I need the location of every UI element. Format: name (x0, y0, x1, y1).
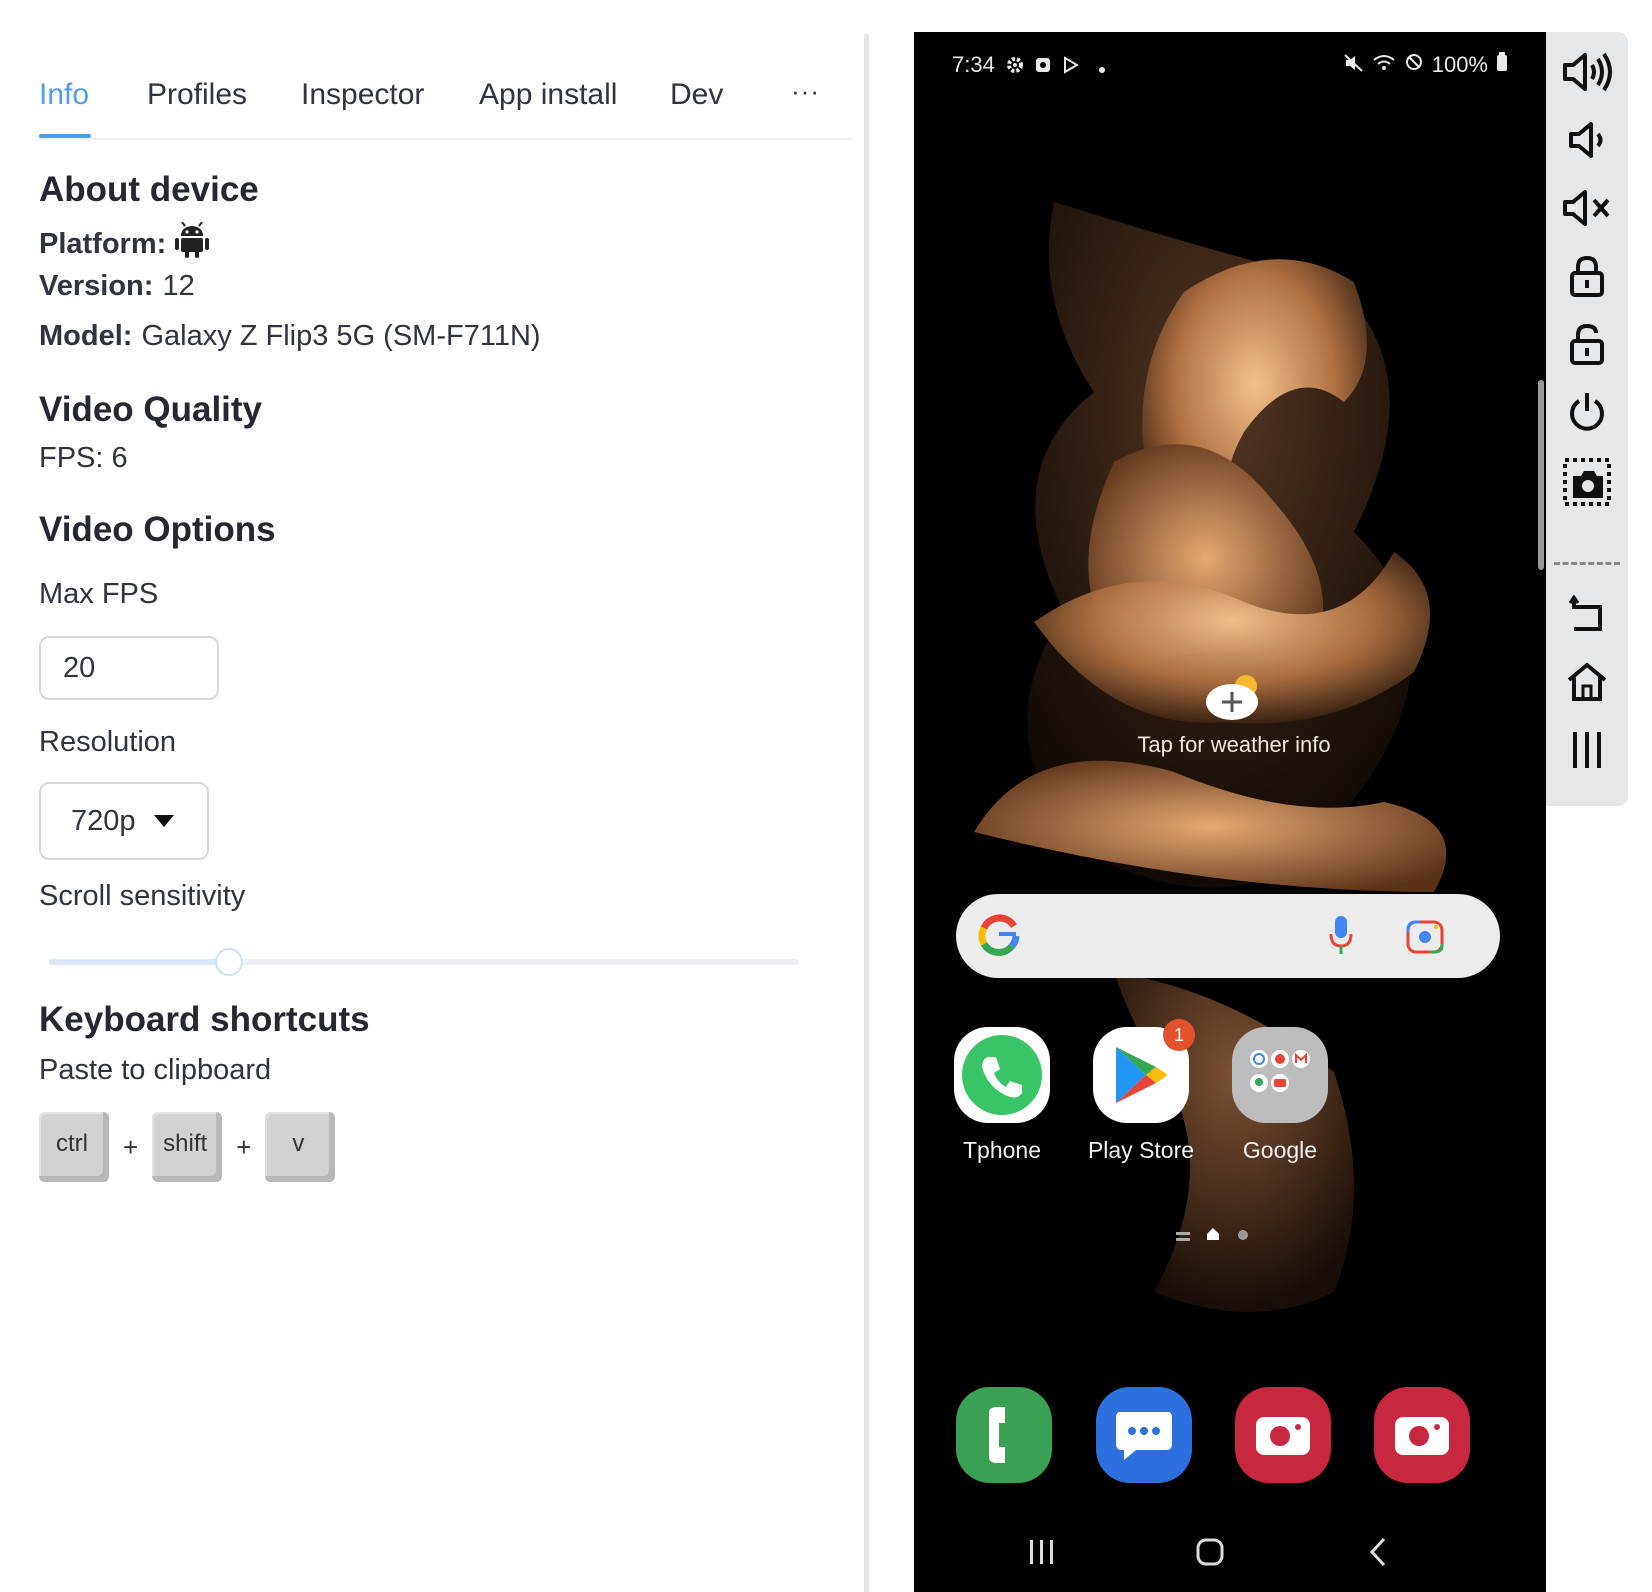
panel-divider[interactable] (864, 34, 869, 1592)
android-icon (175, 221, 210, 266)
max-fps-label: Max FPS (39, 578, 159, 610)
toolbar-separator (1554, 562, 1620, 565)
key-shift: shift (152, 1112, 223, 1182)
recents-icon[interactable] (1554, 720, 1620, 780)
app-tphone[interactable]: Tphone (942, 1027, 1062, 1164)
scroll-sensitivity-slider[interactable] (49, 948, 799, 976)
settings-gear-icon (1006, 54, 1024, 80)
device-screen[interactable]: 7:34 100% Tap for weather info Tphone 1 … (914, 32, 1546, 1592)
key-v: v (265, 1112, 336, 1182)
paste-to-clipboard-label: Paste to clipboard (39, 1054, 272, 1086)
status-bar: 7:34 100% (914, 32, 1546, 102)
status-time: 7:34 (952, 52, 995, 77)
tab-info[interactable]: Info (39, 78, 89, 112)
phone-icon (954, 1027, 1050, 1123)
lens-camera-icon[interactable] (1406, 918, 1444, 959)
resolution-value: 720p (71, 804, 136, 837)
microphone-icon[interactable] (1328, 916, 1354, 961)
recents-nav-icon[interactable] (1002, 1522, 1082, 1582)
device-toolbar (1546, 32, 1628, 806)
keyboard-shortcuts-heading: Keyboard shortcuts (39, 1000, 370, 1039)
wifi-icon (1372, 52, 1396, 78)
camera-icon[interactable] (1235, 1387, 1331, 1483)
lock-icon[interactable] (1554, 246, 1620, 306)
play-store-status-icon (1062, 54, 1080, 80)
record-icon (1034, 54, 1052, 80)
menu-lines-icon (1176, 1229, 1190, 1247)
navigation-bar (914, 1522, 1546, 1592)
slider-thumb[interactable] (215, 948, 243, 976)
max-fps-input[interactable]: 20 (39, 636, 219, 700)
active-tab-indicator (39, 134, 91, 138)
fps-readout: FPS: 6 (39, 442, 128, 474)
screen-scroll-handle[interactable] (1538, 380, 1544, 570)
dot-icon (1098, 54, 1106, 80)
app-label: Tphone (962, 1137, 1041, 1163)
page-indicator[interactable] (1172, 1224, 1292, 1244)
back-icon[interactable] (1554, 584, 1620, 644)
plus-sign: + (123, 1131, 139, 1162)
video-quality-heading: Video Quality (39, 390, 263, 429)
app-label: Play Store (1087, 1137, 1195, 1163)
home-nav-icon[interactable] (1170, 1522, 1250, 1582)
resolution-label: Resolution (39, 726, 177, 758)
weather-add-icon (1202, 672, 1266, 722)
video-options-heading: Video Options (39, 510, 276, 549)
battery-percent: 100% (1431, 52, 1488, 77)
about-device-heading: About device (39, 170, 259, 209)
tab-bar: Info Profiles Inspector App install Dev … (39, 48, 851, 140)
notification-badge: 1 (1163, 1019, 1195, 1051)
do-not-disturb-icon (1404, 52, 1424, 78)
home-icon[interactable] (1554, 652, 1620, 712)
back-nav-icon[interactable] (1338, 1522, 1418, 1582)
volume-down-icon[interactable] (1554, 110, 1620, 170)
app-label: Google (1242, 1137, 1318, 1163)
home-page-dot-icon (1206, 1227, 1220, 1246)
google-folder-icon (1232, 1027, 1328, 1123)
mute-status-icon (1344, 52, 1364, 78)
app-google-folder[interactable]: Google (1220, 1027, 1340, 1164)
slider-fill (49, 959, 229, 965)
unlock-icon[interactable] (1554, 314, 1620, 374)
volume-up-icon[interactable] (1554, 42, 1620, 102)
tab-inspector[interactable]: Inspector (301, 78, 424, 112)
tab-overflow-fade (729, 48, 799, 138)
key-ctrl: ctrl (39, 1112, 109, 1182)
messages-icon[interactable] (1096, 1387, 1192, 1483)
status-left-icons (1006, 54, 1106, 80)
caret-down-icon (153, 815, 174, 827)
page-dot-icon (1237, 1228, 1249, 1246)
battery-icon (1496, 52, 1508, 78)
tab-profiles[interactable]: Profiles (147, 78, 247, 112)
call-icon[interactable] (956, 1387, 1052, 1483)
status-right-icons: 100% (1344, 52, 1508, 78)
model-value: Galaxy Z Flip3 5G (SM-F711N) (141, 320, 541, 352)
model-row: Model: Galaxy Z Flip3 5G (SM-F711N) (39, 320, 541, 353)
version-row: Version: 12 (39, 270, 195, 303)
platform-label: Platform: (39, 227, 167, 260)
tabs-more-button[interactable]: ··· (791, 76, 820, 107)
tab-dev[interactable]: Dev (670, 78, 723, 112)
camera-icon[interactable] (1374, 1387, 1470, 1483)
shortcut-keys: ctrl + shift + v (39, 1112, 336, 1182)
tab-app-install[interactable]: App install (479, 78, 617, 112)
power-icon[interactable] (1554, 382, 1620, 442)
weather-widget[interactable]: Tap for weather info (1084, 672, 1384, 758)
model-label: Model: (39, 320, 133, 352)
weather-label: Tap for weather info (1137, 732, 1331, 757)
version-label: Version: (39, 270, 154, 302)
version-value: 12 (162, 270, 195, 302)
scroll-sensitivity-label: Scroll sensitivity (39, 880, 246, 912)
google-g-icon (978, 914, 1020, 963)
resolution-select[interactable]: 720p (39, 782, 209, 860)
app-play-store[interactable]: 1 Play Store (1081, 1019, 1201, 1164)
plus-sign: + (236, 1131, 252, 1162)
mute-icon[interactable] (1554, 178, 1620, 238)
screenshot-icon[interactable] (1554, 452, 1620, 512)
google-search-bar[interactable] (956, 894, 1500, 978)
play-store-icon: 1 (1093, 1019, 1195, 1123)
device-info-panel: Info Profiles Inspector App install Dev … (0, 0, 868, 1592)
platform-row: Platform: (39, 221, 210, 266)
wallpaper (974, 202, 1447, 1312)
